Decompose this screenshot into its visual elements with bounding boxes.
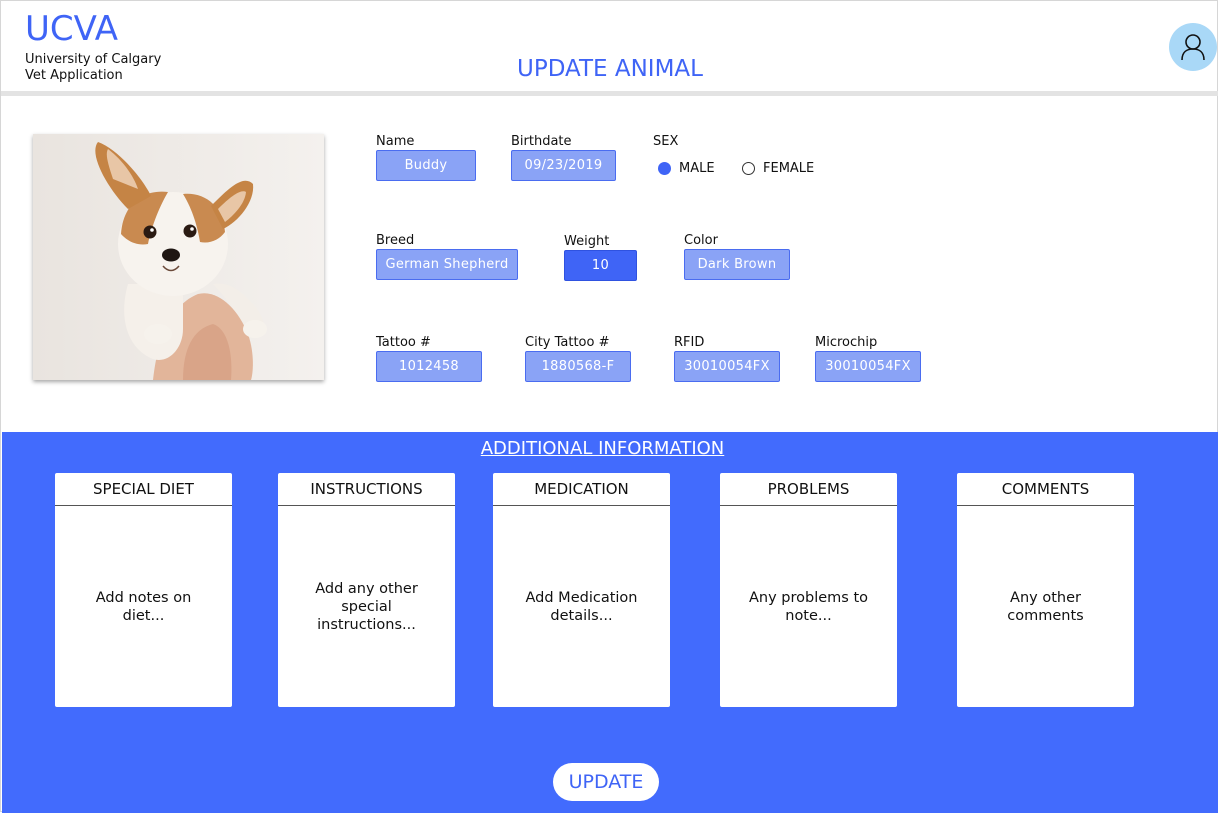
birthdate-label: Birthdate — [511, 134, 572, 149]
problems-title: PROBLEMS — [720, 473, 897, 506]
sex-radio-male[interactable]: MALE — [658, 161, 715, 176]
instructions-card: INSTRUCTIONS Add any other special instr… — [278, 473, 455, 707]
rfid-label: RFID — [674, 335, 705, 350]
additional-info-title: ADDITIONAL INFORMATION — [480, 438, 725, 459]
sex-option-male-label: MALE — [679, 161, 715, 176]
rfid-field[interactable]: 30010054FX — [674, 351, 780, 382]
breed-label: Breed — [376, 233, 415, 248]
tattoo-label: Tattoo # — [376, 335, 431, 350]
name-label: Name — [376, 134, 415, 149]
update-button[interactable]: UPDATE — [553, 763, 659, 801]
comments-card: COMMENTS Any other comments — [957, 473, 1134, 707]
weight-label: Weight — [564, 234, 610, 249]
radio-selected-icon — [658, 162, 671, 175]
page-title: UPDATE ANIMAL — [517, 56, 703, 82]
medication-textarea[interactable]: Add Medication details... — [493, 506, 670, 707]
comments-title: COMMENTS — [957, 473, 1134, 506]
color-field[interactable]: Dark Brown — [684, 249, 790, 280]
microchip-field[interactable]: 30010054FX — [815, 351, 921, 382]
name-field[interactable]: Buddy — [376, 150, 476, 181]
city-tattoo-label: City Tattoo # — [525, 335, 610, 350]
header-divider — [1, 91, 1218, 96]
user-icon — [1181, 34, 1205, 61]
animal-photo — [33, 134, 324, 380]
puppy-photo — [33, 134, 324, 380]
microchip-label: Microchip — [815, 335, 878, 350]
special-diet-textarea[interactable]: Add notes on diet... — [55, 506, 232, 707]
sex-option-female-label: FEMALE — [763, 161, 815, 176]
instructions-textarea[interactable]: Add any other special instructions... — [278, 506, 455, 707]
instructions-title: INSTRUCTIONS — [278, 473, 455, 506]
app-frame: UCVA University of Calgary Vet Applicati… — [0, 0, 1218, 813]
birthdate-field[interactable]: 09/23/2019 — [511, 150, 616, 181]
weight-field[interactable]: 10 — [564, 250, 637, 281]
comments-textarea[interactable]: Any other comments — [957, 506, 1134, 707]
tattoo-field[interactable]: 1012458 — [376, 351, 482, 382]
radio-unselected-icon — [742, 162, 755, 175]
city-tattoo-field[interactable]: 1880568-F — [525, 351, 631, 382]
sex-label: SEX — [653, 134, 679, 149]
app-logo: UCVA — [25, 9, 118, 49]
medication-card: MEDICATION Add Medication details... — [493, 473, 670, 707]
color-label: Color — [684, 233, 718, 248]
sex-radio-female[interactable]: FEMALE — [742, 161, 814, 176]
special-diet-card: SPECIAL DIET Add notes on diet... — [55, 473, 232, 707]
breed-field[interactable]: German Shepherd — [376, 249, 518, 280]
medication-title: MEDICATION — [493, 473, 670, 506]
special-diet-title: SPECIAL DIET — [55, 473, 232, 506]
problems-card: PROBLEMS Any problems to note... — [720, 473, 897, 707]
problems-textarea[interactable]: Any problems to note... — [720, 506, 897, 707]
user-avatar-button[interactable] — [1169, 23, 1217, 71]
